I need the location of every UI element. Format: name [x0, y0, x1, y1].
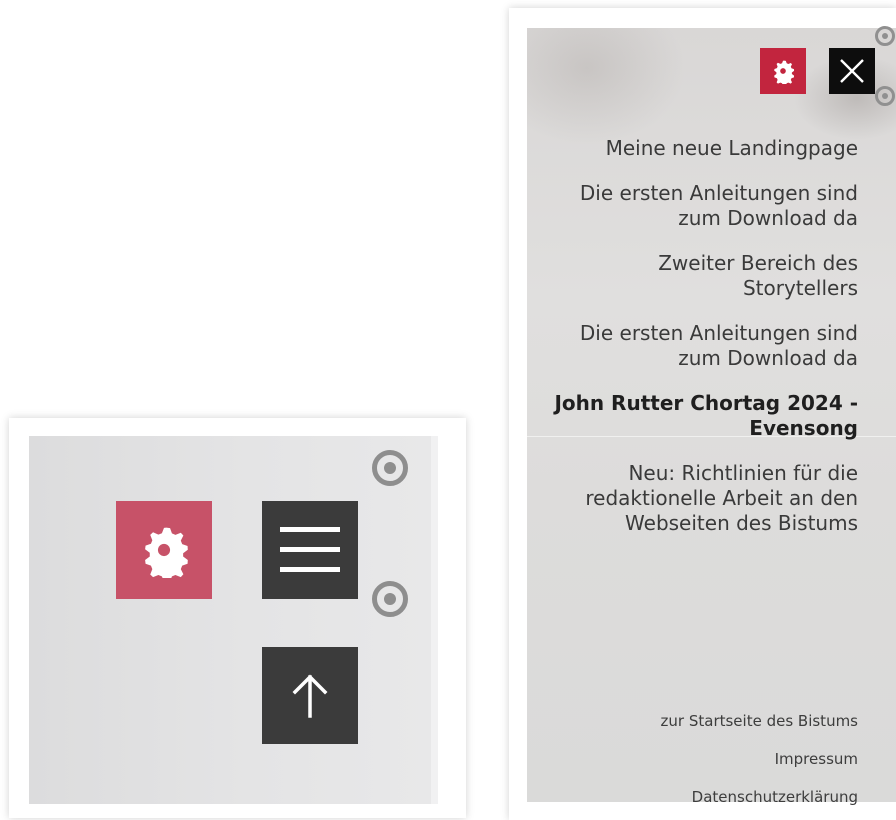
footer-link-datenschutz[interactable]: Datenschutzerklärung — [661, 788, 858, 807]
drawer-navigation: Meine neue Landingpage Die ersten Anleit… — [538, 136, 858, 556]
close-icon — [840, 59, 864, 83]
footer-link-startseite[interactable]: zur Startseite des Bistums — [661, 712, 858, 731]
target-marker-icon — [875, 26, 895, 46]
panel-edge-strip — [431, 436, 438, 804]
nav-item-anleitungen[interactable]: Die ersten Anleitungen sind zum Download… — [538, 181, 858, 231]
target-marker-icon — [875, 86, 895, 106]
arrow-up-icon — [292, 674, 328, 718]
footer-link-impressum[interactable]: Impressum — [661, 750, 858, 769]
target-marker-icon — [372, 450, 408, 486]
target-marker-icon — [372, 581, 408, 617]
nav-item-storyteller[interactable]: Zweiter Bereich des Storytellers — [538, 251, 858, 301]
navigation-drawer-panel: Meine neue Landingpage Die ersten Anleit… — [509, 8, 896, 820]
settings-button[interactable] — [116, 501, 212, 599]
drawer-footer-links: zur Startseite des Bistums Impressum Dat… — [661, 712, 858, 820]
collapsed-controls-panel — [9, 418, 466, 818]
nav-item-richtlinien[interactable]: Neu: Richtlinien für die redaktionelle A… — [538, 461, 858, 536]
drawer-background: Meine neue Landingpage Die ersten Anleit… — [527, 28, 896, 806]
gear-icon — [774, 60, 795, 84]
menu-button[interactable] — [262, 501, 358, 599]
close-button[interactable] — [829, 48, 875, 94]
scroll-to-top-button[interactable] — [262, 647, 358, 744]
hamburger-menu-icon — [280, 527, 340, 572]
nav-item-chortag-active[interactable]: John Rutter Chortag 2024 - Evensong — [538, 391, 858, 441]
nav-item-anleitungen-2[interactable]: Die ersten Anleitungen sind zum Download… — [538, 321, 858, 371]
settings-button[interactable] — [760, 48, 806, 94]
gear-icon — [145, 527, 188, 578]
collapsed-controls-background — [29, 436, 438, 804]
nav-item-landingpage[interactable]: Meine neue Landingpage — [538, 136, 858, 161]
